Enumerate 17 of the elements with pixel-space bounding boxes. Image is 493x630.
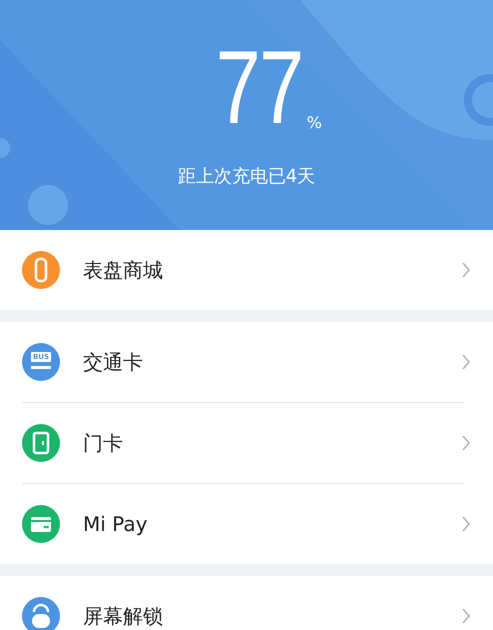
menu-item[interactable]: Mi Pay [0, 484, 493, 564]
menu-label: 屏幕解锁 [83, 602, 164, 630]
chevron-icon [461, 607, 471, 625]
chevron-icon [461, 353, 471, 371]
menu-item[interactable]: 门卡 [0, 403, 493, 483]
chevron-icon [461, 515, 471, 533]
chevron-icon [461, 434, 471, 452]
percent-sign: % [306, 113, 322, 132]
menu-item[interactable]: 表盘商城 [0, 230, 493, 310]
battery-percentage: 77 [216, 38, 303, 138]
menu-label: 门卡 [83, 430, 124, 456]
menu-label: 表盘商城 [83, 256, 164, 284]
menu-label: Mi Pay [83, 512, 148, 536]
menu-label: 交通卡 [83, 348, 144, 376]
menu-item[interactable]: 屏幕解锁 [0, 576, 493, 630]
chevron-icon [461, 261, 471, 279]
last-charge-text: 距上次充电已4天 [178, 165, 316, 188]
